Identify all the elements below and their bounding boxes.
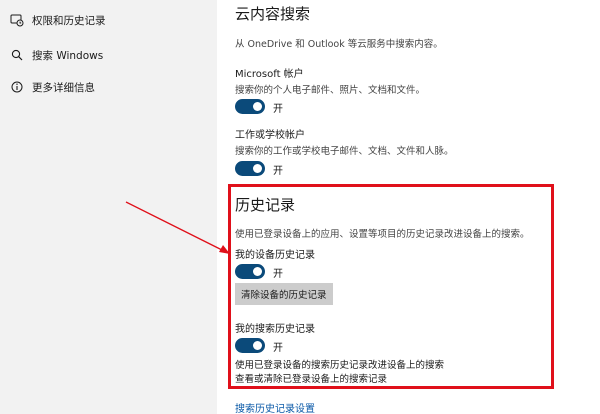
- sidebar-item-label: 权限和历史记录: [32, 14, 106, 27]
- work-account-label: 工作或学校帐户: [235, 130, 305, 141]
- work-account-description: 搜索你的工作或学校电子邮件、文档、文件和人脉。: [235, 146, 454, 157]
- permissions-history-icon: [10, 13, 24, 27]
- search-history-settings-link[interactable]: 搜索历史记录设置: [235, 400, 315, 414]
- highlight-box: [228, 184, 554, 389]
- sidebar: 权限和历史记录 搜索 Windows 更多详细信息: [0, 0, 217, 414]
- work-account-toggle[interactable]: [235, 161, 265, 176]
- microsoft-account-description: 搜索你的个人电子邮件、照片、文档和文件。: [235, 85, 426, 96]
- sidebar-item-search-windows[interactable]: 搜索 Windows: [0, 41, 217, 69]
- sidebar-item-label: 更多详细信息: [32, 81, 95, 94]
- sidebar-item-more-details[interactable]: 更多详细信息: [0, 73, 217, 101]
- search-icon: [10, 48, 24, 62]
- microsoft-account-toggle-state: 开: [273, 104, 283, 115]
- settings-window: 权限和历史记录 搜索 Windows 更多详细信息 云内容搜索 从 OneDri…: [0, 0, 600, 414]
- toggle-knob: [253, 164, 262, 173]
- work-account-toggle-state: 开: [273, 166, 283, 177]
- microsoft-account-label: Microsoft 帐户: [235, 69, 304, 80]
- cloud-search-description: 从 OneDrive 和 Outlook 等云服务中搜索内容。: [235, 39, 443, 50]
- sidebar-item-permissions-history[interactable]: 权限和历史记录: [0, 6, 217, 34]
- cloud-search-title: 云内容搜索: [235, 5, 311, 23]
- info-icon: [10, 80, 24, 94]
- toggle-knob: [253, 102, 262, 111]
- microsoft-account-toggle[interactable]: [235, 99, 265, 114]
- sidebar-item-label: 搜索 Windows: [32, 49, 104, 62]
